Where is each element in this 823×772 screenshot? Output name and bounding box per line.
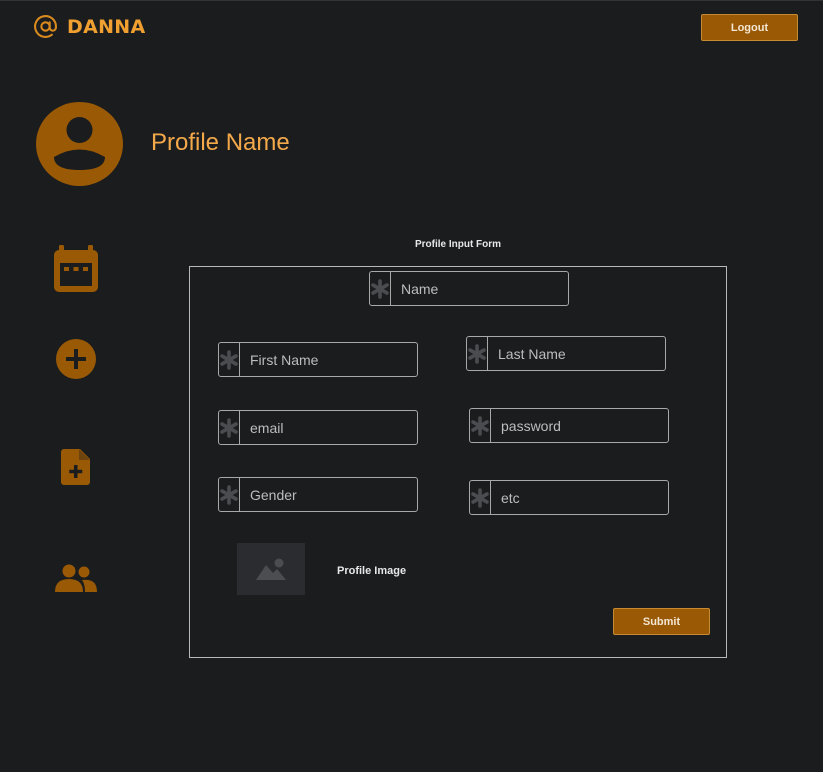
- email-input[interactable]: [240, 411, 431, 444]
- asterisk-icon: [219, 343, 240, 376]
- submit-button[interactable]: Submit: [613, 608, 710, 635]
- asterisk-icon: [219, 478, 240, 511]
- gender-field[interactable]: [218, 477, 431, 512]
- sidebar-item-new-document[interactable]: [52, 443, 100, 491]
- asterisk-icon: [219, 411, 240, 444]
- profile-form: [189, 266, 727, 658]
- last-name-input[interactable]: [488, 337, 679, 370]
- password-input[interactable]: [491, 409, 682, 442]
- at-sign-icon: [34, 15, 57, 38]
- sidebar-item-add[interactable]: [52, 335, 100, 383]
- brand-name: DANNA: [67, 15, 146, 38]
- add-circle-icon: [56, 339, 96, 379]
- name-field[interactable]: [369, 271, 582, 306]
- first-name-input[interactable]: [240, 343, 431, 376]
- calendar-icon: [54, 245, 98, 292]
- asterisk-icon: [470, 481, 491, 514]
- etc-field[interactable]: [469, 480, 682, 515]
- form-title: Profile Input Form: [414, 239, 502, 250]
- sidebar-item-calendar[interactable]: [52, 245, 100, 293]
- user-avatar-icon: [36, 102, 123, 186]
- profile-name: Profile Name: [151, 129, 290, 156]
- profile-image-upload[interactable]: [237, 543, 305, 595]
- brand-logo[interactable]: DANNA: [33, 14, 145, 39]
- email-field[interactable]: [218, 410, 431, 445]
- last-name-field[interactable]: [466, 336, 679, 371]
- group-icon: [55, 564, 97, 592]
- name-input[interactable]: [391, 272, 582, 305]
- first-name-field[interactable]: [218, 342, 431, 377]
- sidebar-item-users[interactable]: [52, 555, 100, 603]
- password-field[interactable]: [469, 408, 682, 443]
- image-icon: [256, 558, 286, 580]
- logout-button[interactable]: Logout: [701, 14, 798, 41]
- asterisk-icon: [370, 272, 391, 305]
- asterisk-icon: [470, 409, 491, 442]
- gender-input[interactable]: [240, 478, 431, 511]
- profile-image-label: Profile Image: [337, 565, 407, 577]
- etc-input[interactable]: [491, 481, 682, 514]
- add-document-icon: [61, 449, 90, 485]
- asterisk-icon: [467, 337, 488, 370]
